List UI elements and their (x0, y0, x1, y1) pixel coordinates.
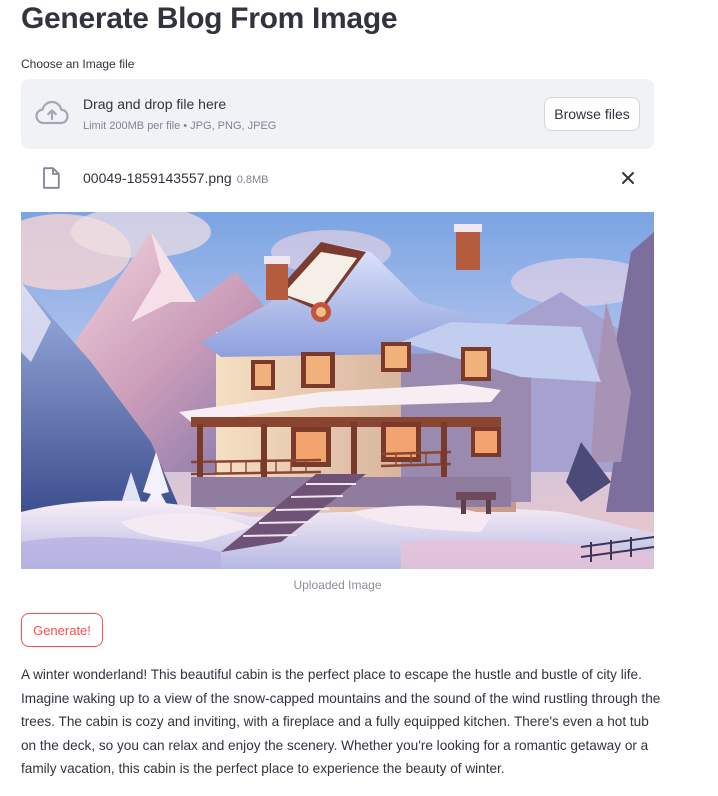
generated-blog-text: A winter wonderland! This beautiful cabi… (21, 667, 661, 776)
file-uploader-label: Choose an Image file (21, 57, 135, 71)
file-icon (42, 167, 60, 189)
page-title: Generate Blog From Image (21, 2, 398, 35)
cloud-upload-icon (35, 100, 69, 126)
dropzone-limit-text: Limit 200MB per file • JPG, PNG, JPEG (83, 120, 277, 132)
file-name-text: 00049-1859143557.png (83, 170, 232, 186)
generate-button[interactable]: Generate! (21, 613, 103, 647)
winter-cabin-image (21, 212, 654, 569)
file-size-text: 0.8MB (236, 174, 269, 186)
uploaded-file-name: 00049-1859143557.png 0.8MB (83, 170, 269, 186)
uploaded-image (21, 212, 654, 569)
close-icon[interactable] (618, 168, 638, 188)
browse-files-button[interactable]: Browse files (544, 97, 640, 131)
image-caption: Uploaded Image (293, 578, 382, 592)
uploaded-file-row: 00049-1859143557.png 0.8MB (21, 160, 654, 196)
file-dropzone[interactable]: Drag and drop file here Limit 200MB per … (21, 79, 654, 149)
dropzone-instructions: Drag and drop file here (83, 96, 227, 112)
